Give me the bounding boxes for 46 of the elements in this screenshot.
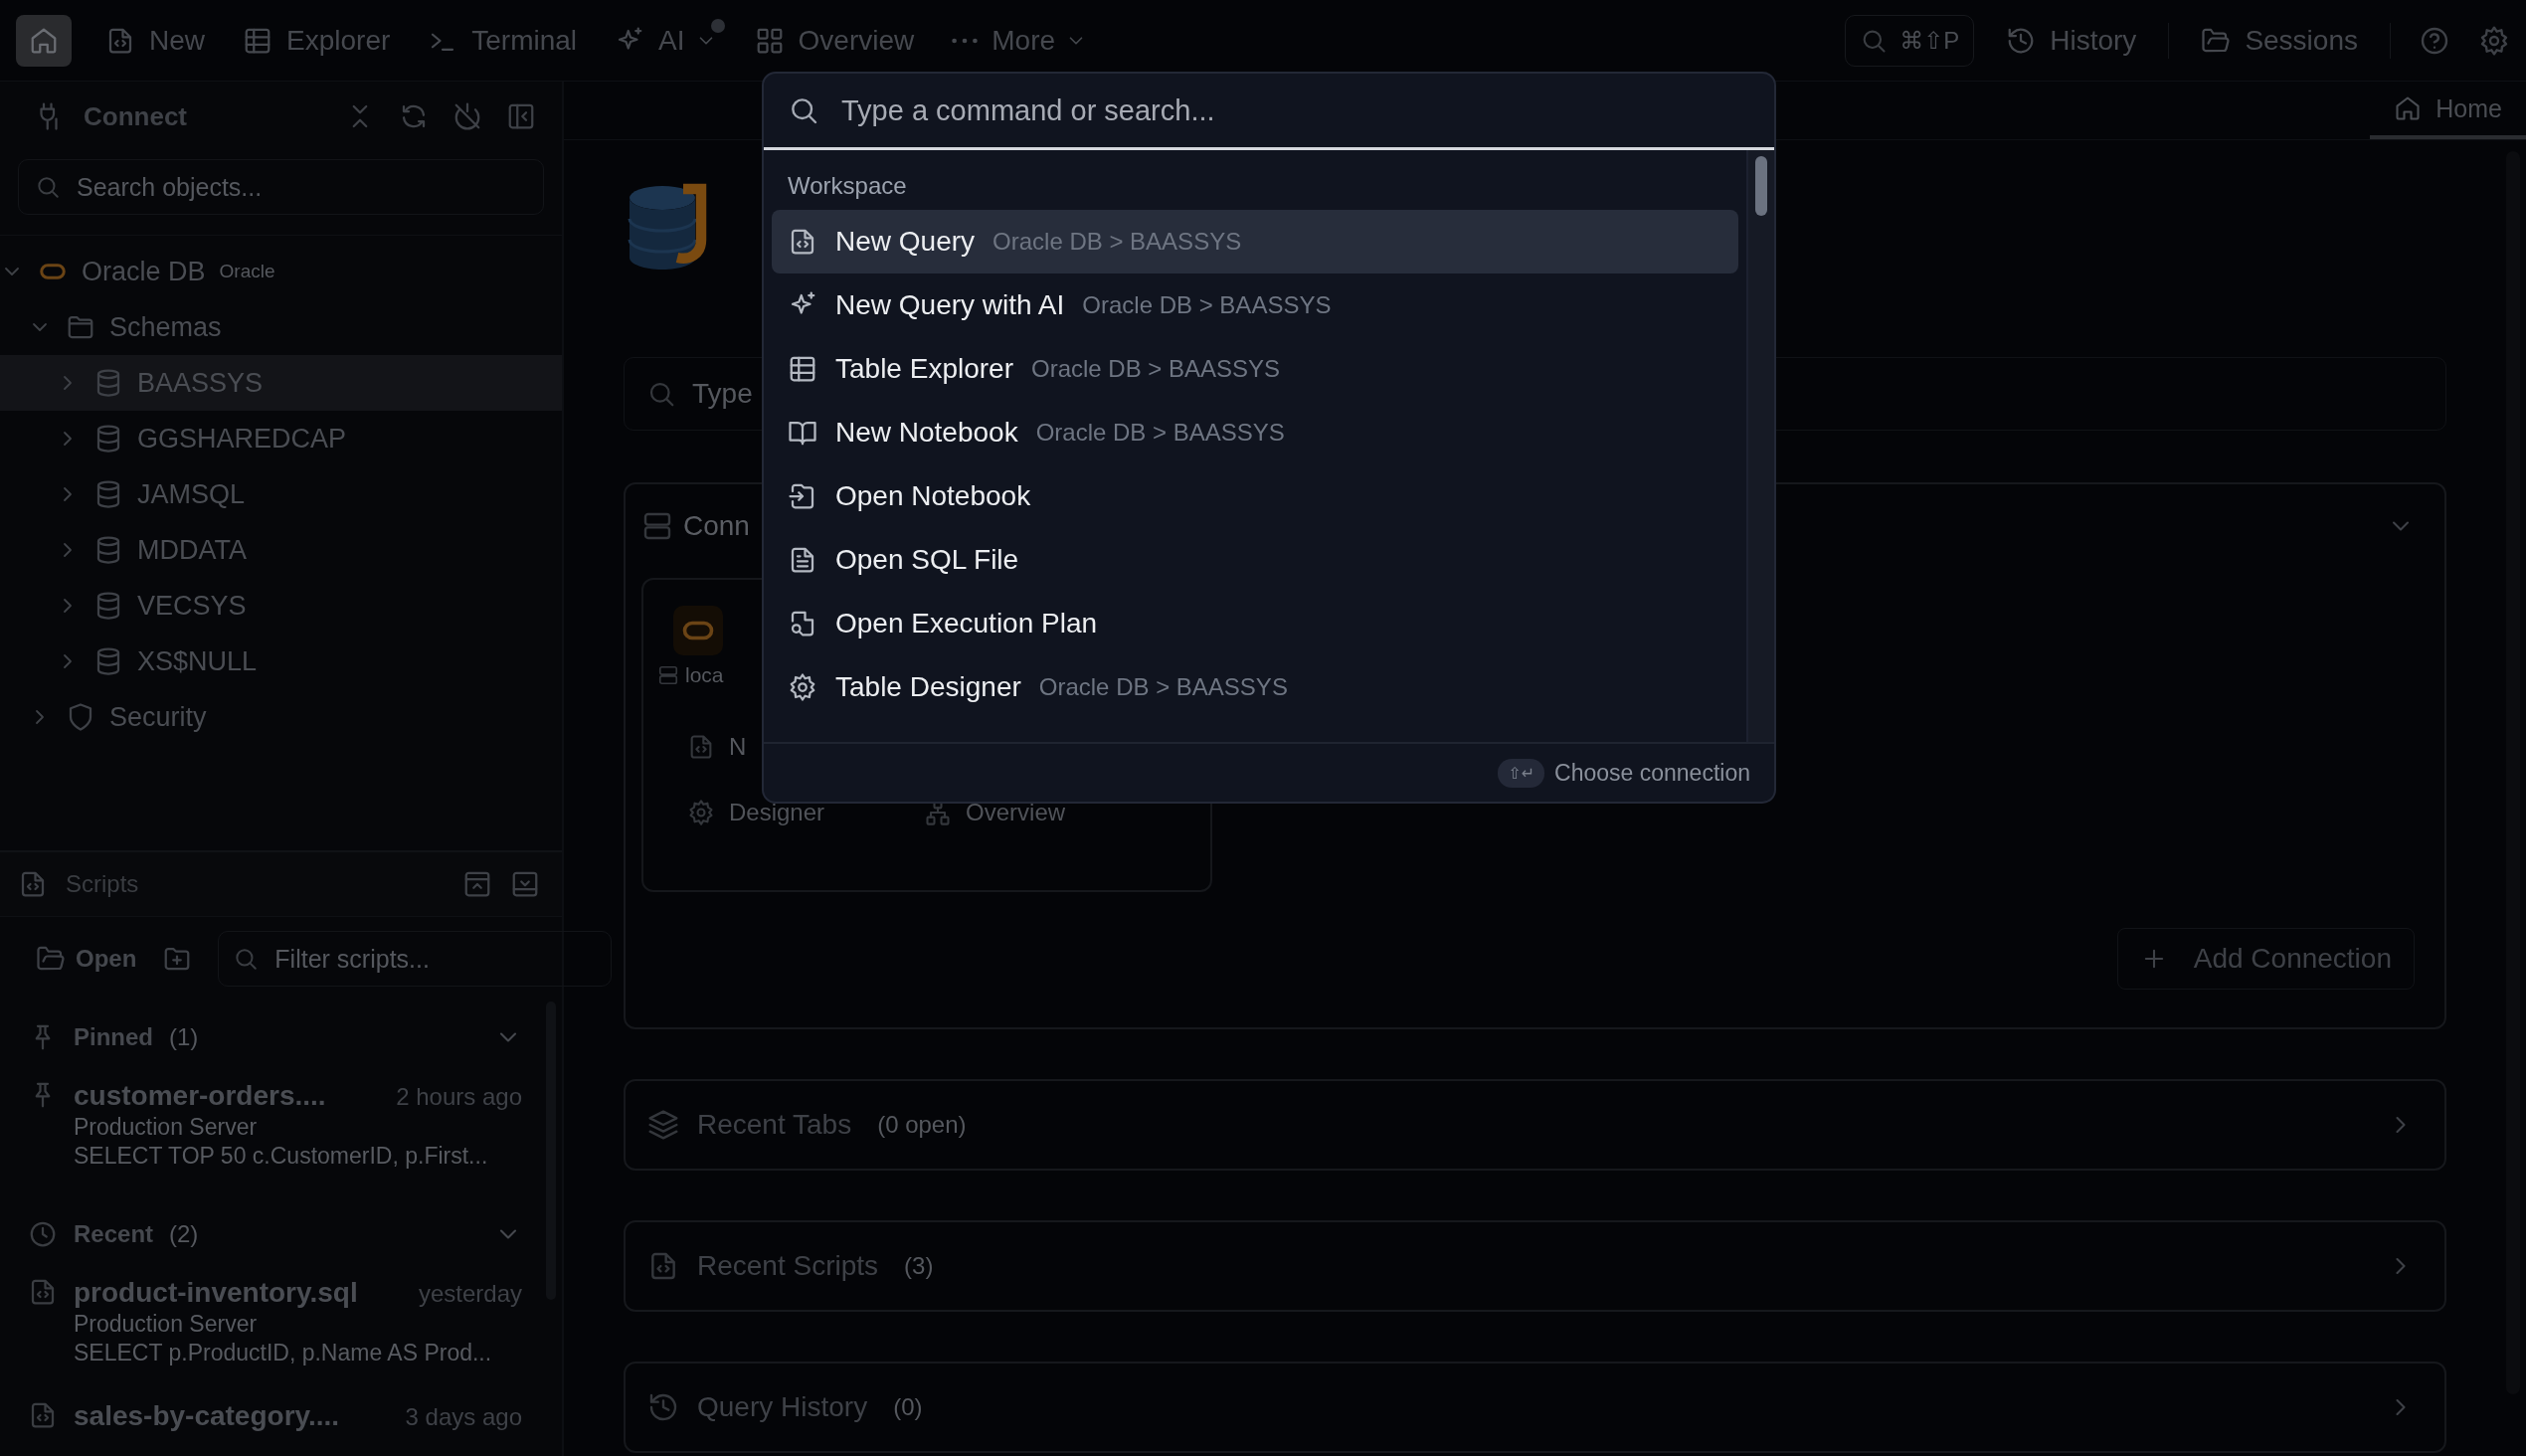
section-title: Conn [683, 510, 750, 542]
tree-item-label: JAMSQL [137, 478, 246, 510]
tree-item-label: BAASSYS [137, 367, 264, 399]
script-preview: SELECT p.ProductID, p.Name AS Prod... [74, 1340, 493, 1366]
tree-item-label: MDDATA [137, 534, 247, 566]
command-label: Open Notebook [835, 480, 1031, 512]
script-time: 3 days ago [405, 1403, 522, 1431]
section-title: Recent Tabs [697, 1109, 852, 1141]
section-count: (3) [904, 1252, 934, 1280]
command-label: New Notebook [835, 417, 1018, 449]
tree-item-label: XS$NULL [137, 645, 258, 677]
section-title: Recent Scripts [697, 1250, 879, 1282]
panel-title: Connect [84, 100, 187, 132]
command-label: Open SQL File [835, 544, 1019, 576]
tree-item-label: Security [109, 701, 207, 733]
command-label: Open Execution Plan [835, 608, 1098, 639]
tree-item-label: Schemas [109, 311, 222, 343]
footer-hint: Choose connection [1554, 759, 1750, 787]
script-server: Production Server [74, 1311, 259, 1338]
command-label: New Query with AI [835, 289, 1065, 321]
section-count: (0) [893, 1393, 923, 1421]
connection-host: loca [685, 663, 724, 687]
tree-item-label: VECSYS [137, 590, 247, 622]
command-context: Oracle DB > BAASSYS [1031, 355, 1281, 383]
tree-item-label: Oracle DB [82, 256, 206, 287]
tree-item-label: GGSHAREDCAP [137, 423, 347, 455]
command-label: Table Explorer [835, 353, 1013, 385]
group-count: (1) [169, 1023, 199, 1051]
command-context: Oracle DB > BAASSYS [1082, 291, 1332, 319]
group-label: Recent [74, 1220, 154, 1248]
section-title: Query History [697, 1391, 868, 1423]
group-count: (2) [169, 1220, 199, 1248]
command-context: Oracle DB > BAASSYS [1035, 419, 1285, 447]
command-label: New Query [835, 226, 976, 258]
keyboard-shortcut: ⇧↵ [1498, 758, 1545, 788]
command-label: Table Designer [835, 671, 1021, 703]
connection-type-label: Oracle [219, 261, 275, 282]
script-time: yesterday [418, 1280, 522, 1308]
command-context: Oracle DB > BAASSYS [992, 228, 1242, 256]
group-label: Workspace [787, 171, 908, 201]
script-time: 2 hours ago [396, 1083, 522, 1111]
command-context: Oracle DB > BAASSYS [1038, 673, 1288, 701]
group-label: Pinned [74, 1023, 153, 1051]
section-count: (0 open) [877, 1111, 967, 1139]
script-preview: SELECT TOP 50 c.CustomerID, p.First... [74, 1143, 489, 1170]
script-server: Production Server [74, 1114, 259, 1141]
